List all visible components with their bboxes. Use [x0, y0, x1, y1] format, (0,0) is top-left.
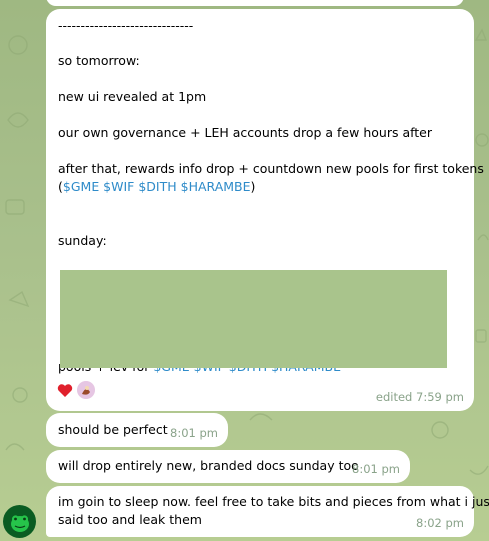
line-new-ui: new ui revealed at 1pm	[58, 89, 207, 104]
message-time: 8:02 pm	[416, 516, 464, 530]
heart-icon[interactable]	[56, 381, 74, 399]
token-links[interactable]: $GME $WIF $DITH $HARAMBE	[63, 179, 251, 194]
paren-close: )	[250, 179, 256, 194]
message-bubble-should-be-perfect[interactable]: should be perfect 8:01 pm	[46, 413, 228, 447]
line-sunday: sunday:	[58, 233, 107, 248]
message-time: edited 7:59 pm	[375, 390, 464, 404]
reactor-avatar-icon[interactable]	[77, 381, 95, 399]
redaction-block	[60, 270, 447, 368]
green-frog-avatar-icon[interactable]	[3, 505, 36, 538]
line-governance: our own governance + LEH accounts drop a…	[58, 125, 433, 140]
message-text-line2: said too and leak them	[58, 512, 202, 527]
message-text-line1: im goin to sleep now. feel free to take …	[58, 494, 489, 509]
reactions-row[interactable]	[56, 381, 95, 399]
line-tomorrow: so tomorrow:	[58, 53, 140, 68]
message-bubble-previous[interactable]	[46, 0, 464, 6]
message-text: should be perfect	[58, 422, 168, 437]
message-time: 8:01 pm	[170, 426, 218, 440]
message-bubble-sleep[interactable]: im goin to sleep now. feel free to take …	[46, 486, 489, 537]
message-time: 8:01 pm	[352, 462, 400, 476]
message-text: will drop entirely new, branded docs sun…	[58, 458, 359, 473]
message-bubble-docs[interactable]: will drop entirely new, branded docs sun…	[46, 450, 410, 483]
separator-text: ------------------------------	[58, 18, 194, 33]
line-tokens: ($GME $WIF $DITH $HARAMBE)	[58, 178, 255, 196]
line-rewards: after that, rewards info drop + countdow…	[58, 161, 484, 176]
message-bubble-announcement[interactable]: ------------------------------ so tomorr…	[46, 9, 484, 411]
